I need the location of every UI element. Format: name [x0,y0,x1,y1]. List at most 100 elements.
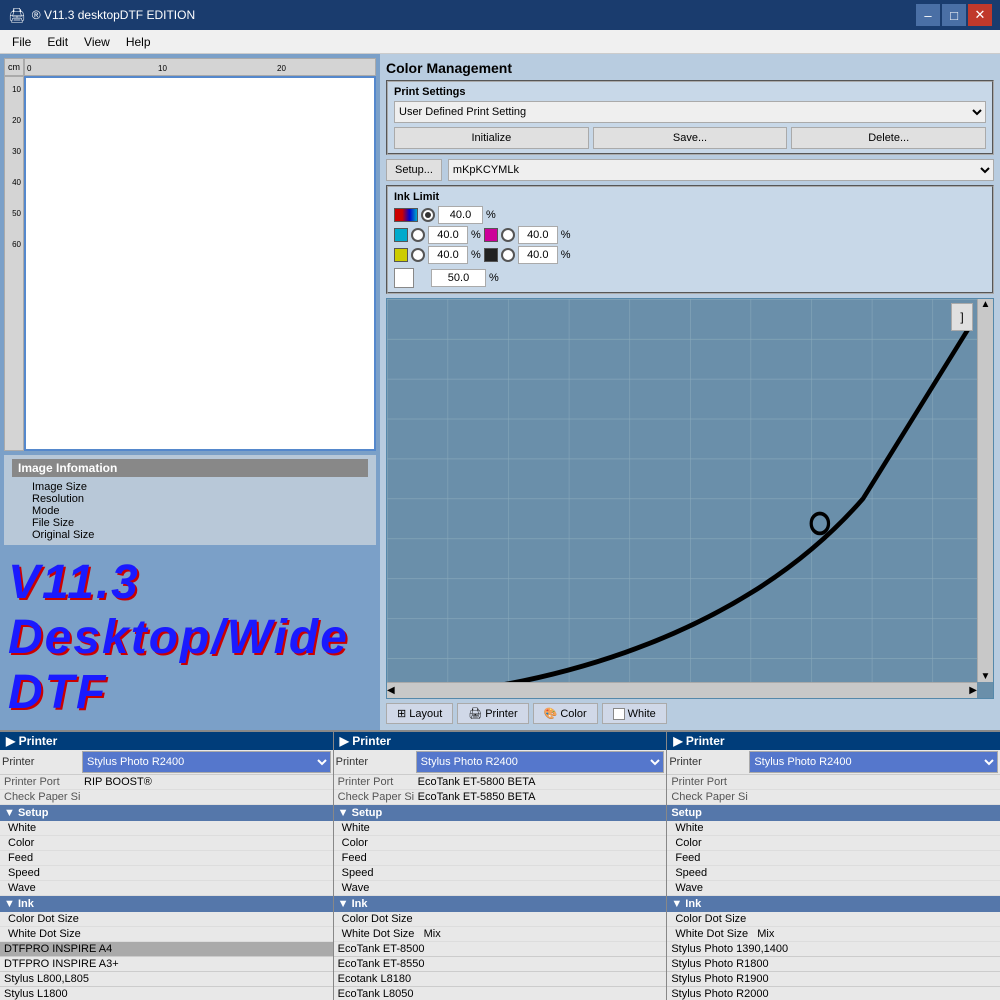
curve-tool-icon[interactable]: ] [951,303,973,331]
panel3-speed-item: Speed [667,866,1000,881]
panel3-list-r1800[interactable]: Stylus Photo R1800 [667,957,1000,972]
radio-cyan[interactable] [411,228,425,242]
panel3-list-r1900[interactable]: Stylus Photo R1900 [667,972,1000,987]
panel1-white-dot-size-item: White Dot Size [0,927,333,942]
tab-printer[interactable]: 🖨 Printer [457,703,528,724]
panel3-color-item: Color [667,836,1000,851]
big-text-area: V11.3 Desktop/Wide DTF [0,545,380,730]
scrollbar-horizontal[interactable]: ◀ ▶ [387,682,977,698]
image-info-title: Image Infomation [12,459,368,477]
bottom-area: ▶ Printer Printer Stylus Photo R2400 Pri… [0,730,1000,1000]
ink-swatch-white [394,268,414,288]
panel1-printer-label: Printer [2,756,82,768]
main-content: cm 0 10 20 102030405060 Image Infomation [0,54,1000,730]
panel2-white-item: White [334,821,667,836]
panel1-feed-item: Feed [0,851,333,866]
menu-view[interactable]: View [76,33,118,51]
panel1-list-dtf-a3[interactable]: DTFPRO INSPIRE A3+ [0,957,333,972]
panel1-list[interactable]: White Color Feed Speed Wave ▼ Ink Color … [0,821,333,1000]
radio-magenta[interactable] [501,228,515,242]
panel1-list-dtf-a4[interactable]: DTFPRO INSPIRE A4 [0,942,333,957]
ink-swatch-yellow [394,248,408,262]
panel2-list-l8180[interactable]: Ecotank L8180 [334,972,667,987]
printer-icon: 🖨 [468,707,482,720]
panel2-check-paper-row: Check Paper Si EcoTank ET-5850 BETA [334,790,667,805]
scrollbar-vertical[interactable]: ▲ ▼ [977,299,993,682]
ruler-horizontal: 0 10 20 [24,58,376,76]
layout-icon: ⊞ [397,707,406,720]
panel1-list-l800[interactable]: Stylus L800,L805 [0,972,333,987]
panel3-printer-row: Printer Stylus Photo R2400 [667,750,1000,775]
panel3-list-r1390[interactable]: Stylus Photo 1390,1400 [667,942,1000,957]
panel3-wave-item: Wave [667,881,1000,896]
setup-dropdown[interactable]: mKpKCYMLk [448,159,994,181]
close-button[interactable]: ✕ [968,4,992,26]
panel2-ink-header: ▼ Ink [334,896,667,912]
panel2-printer-port-value: EcoTank ET-5800 BETA [418,776,536,788]
menu-edit[interactable]: Edit [39,33,76,51]
panel1-printer-port-label: Printer Port [4,776,84,788]
panel3-list[interactable]: White Color Feed Speed Wave ▼ Ink Color … [667,821,1000,1000]
big-text: V11.3 Desktop/Wide DTF [8,555,372,720]
panel2-printer-select[interactable]: Stylus Photo R2400 [416,751,665,773]
menu-file[interactable]: File [4,33,39,51]
panel1-printer-select[interactable]: Stylus Photo R2400 [82,751,331,773]
ink-value-black[interactable] [518,246,558,264]
panel2-list-et8550[interactable]: EcoTank ET-8550 [334,957,667,972]
mode-row: Mode [12,505,368,517]
panel2-printer-port-label: Printer Port [338,776,418,788]
ink-value-white[interactable] [431,269,486,287]
tab-layout[interactable]: ⊞ Layout [386,703,453,724]
ink-value-magenta[interactable] [518,226,558,244]
maximize-button[interactable]: □ [942,4,966,26]
curve-area: ▲ ▼ ◀ ▶ ] [386,298,994,699]
panel3-printer-select[interactable]: Stylus Photo R2400 [749,751,998,773]
panel2-list[interactable]: White Color Feed Speed Wave ▼ Ink Color … [334,821,667,1000]
panel2-color-dot-size-item: Color Dot Size [334,912,667,927]
initialize-button[interactable]: Initialize [394,127,589,149]
ink-value-cyan[interactable] [428,226,468,244]
print-settings-dropdown[interactable]: User Defined Print Setting [394,101,986,123]
panel2-wave-item: Wave [334,881,667,896]
panel1-white-item: White [0,821,333,836]
paper-canvas[interactable] [24,76,376,451]
setup-row: Setup... mKpKCYMLk [386,159,994,181]
radio-black[interactable] [501,248,515,262]
panel1-list-l1800[interactable]: Stylus L1800 [0,987,333,1000]
ink-row-yk: % % [394,246,986,264]
left-column: cm 0 10 20 102030405060 Image Infomation [0,54,380,730]
ink-value-yellow[interactable] [428,246,468,264]
ink-pct-magenta: % [561,229,571,241]
tab-color[interactable]: 🎨 Color [533,703,598,724]
radio-yellow[interactable] [411,248,425,262]
panel1-speed-item: Speed [0,866,333,881]
tab-row: ⊞ Layout 🖨 Printer 🎨 Color White [386,703,994,724]
ink-limit-label: Ink Limit [394,191,986,203]
right-column: Color Management Print Settings User Def… [380,54,1000,730]
panel2-check-paper-value: EcoTank ET-5850 BETA [418,791,536,803]
ink-value-combined[interactable] [438,206,483,224]
image-size-row: Image Size [12,481,368,493]
radio-combined[interactable] [421,208,435,222]
panel3-printer-label: Printer [669,756,749,768]
panel2-feed-item: Feed [334,851,667,866]
panel2-list-l8050[interactable]: EcoTank L8050 [334,987,667,1000]
setup-button[interactable]: Setup... [386,159,442,181]
panel2-printer-port-row: Printer Port EcoTank ET-5800 BETA [334,775,667,790]
delete-button[interactable]: Delete... [791,127,986,149]
minimize-button[interactable]: – [916,4,940,26]
ruler-corner: cm [4,58,24,76]
panel2-printer-label: Printer [336,756,416,768]
panel2-list-et8500[interactable]: EcoTank ET-8500 [334,942,667,957]
panel2-white-dot-size-item: White Dot Size Mix [334,927,667,942]
ink-row-combined: % [394,206,986,224]
panel3-setup-header: Setup [667,805,1000,821]
ink-row-cm: % % [394,226,986,244]
panel3-printer-port-label: Printer Port [671,776,761,788]
ink-pct-cyan: % [471,229,481,241]
color-management-title: Color Management [386,60,994,76]
menu-help[interactable]: Help [118,33,159,51]
panel3-list-r2000[interactable]: Stylus Photo R2000 [667,987,1000,1000]
tab-white[interactable]: White [602,703,667,724]
save-button[interactable]: Save... [593,127,788,149]
